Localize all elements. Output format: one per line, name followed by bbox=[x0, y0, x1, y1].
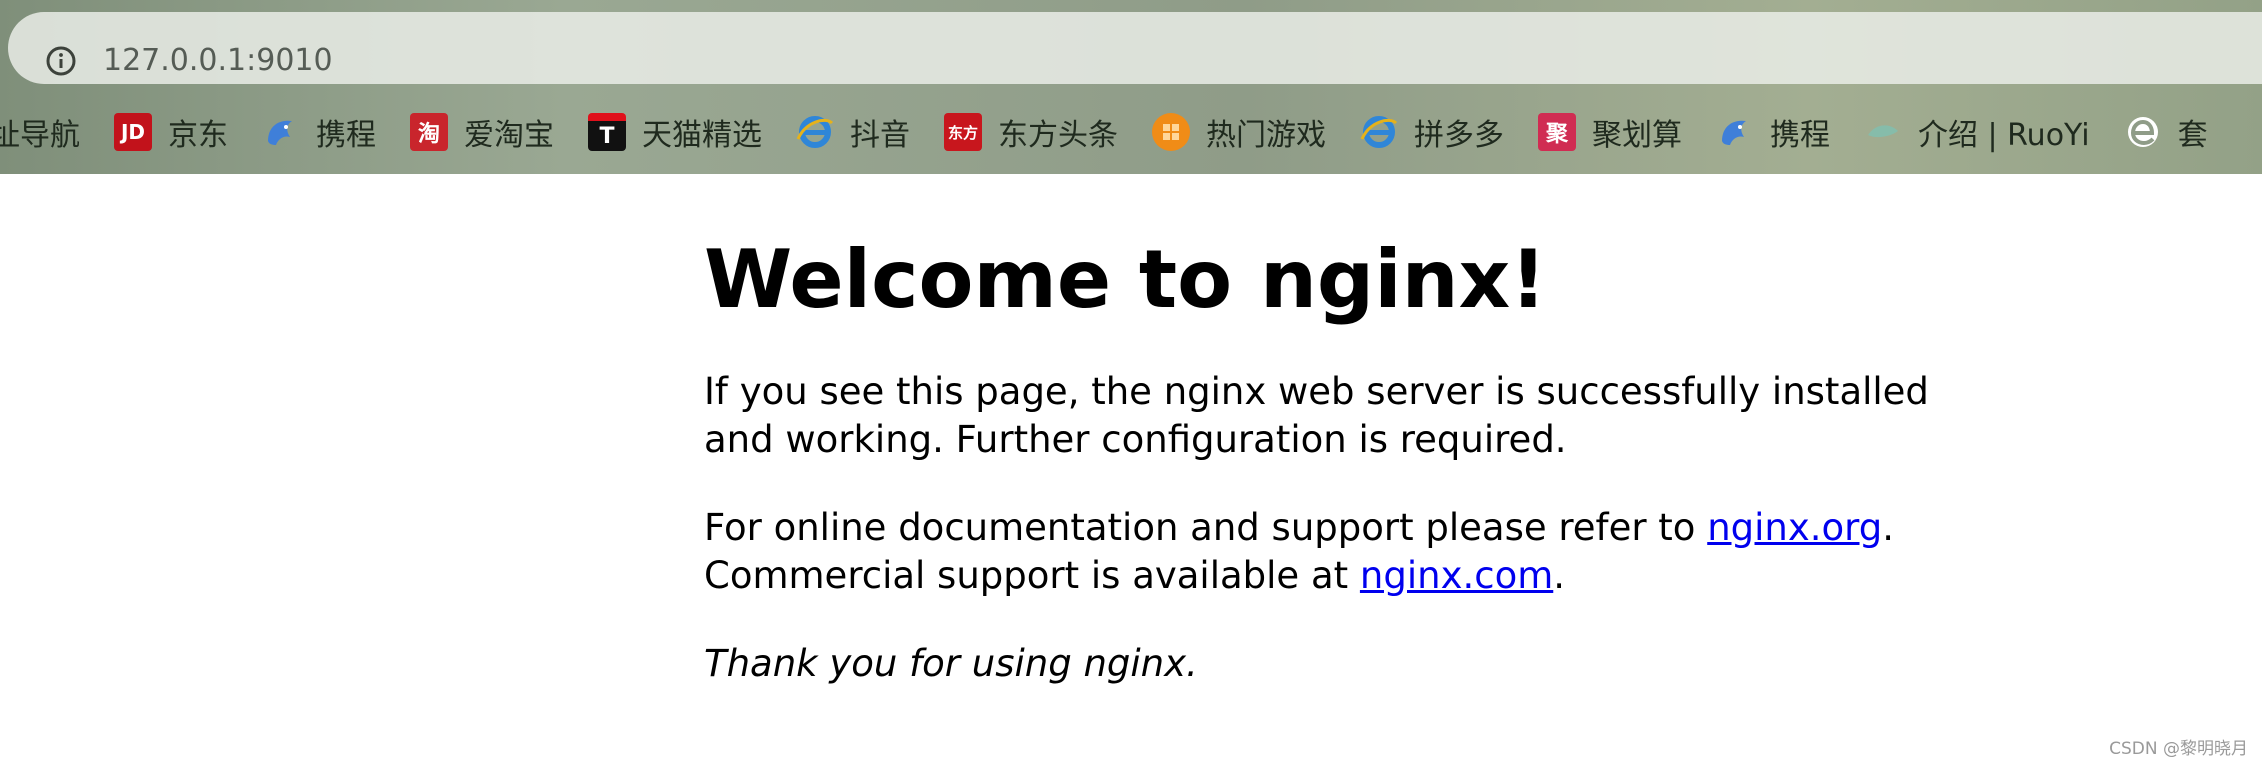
bookmark-pinduoduo[interactable]: 拼多多 bbox=[1360, 110, 1504, 154]
browser-chrome: 127.0.0.1:9010 址导航 JD 京东 携程 淘 爱淘宝 T 天猫精选 bbox=[0, 0, 2262, 174]
ie-e-icon bbox=[796, 113, 834, 151]
bookmark-ruoyi[interactable]: 介绍 | RuoYi bbox=[1864, 110, 2090, 154]
bookmark-label: 爱淘宝 bbox=[464, 118, 554, 153]
bookmark-jd[interactable]: JD 京东 bbox=[114, 110, 228, 154]
bookmark-tmall[interactable]: T 天猫精选 bbox=[588, 110, 762, 154]
taobao-icon: 淘 bbox=[410, 113, 448, 151]
game-icon bbox=[1152, 113, 1190, 151]
bookmark-label: 东方头条 bbox=[998, 118, 1118, 153]
commercial-punct: . bbox=[1553, 554, 1566, 597]
tmall-icon: T bbox=[588, 113, 626, 151]
nginx-org-link[interactable]: nginx.org bbox=[1707, 506, 1882, 549]
bookmark-douyin[interactable]: 抖音 bbox=[796, 110, 910, 154]
address-bar[interactable]: 127.0.0.1:9010 bbox=[8, 12, 2262, 84]
bookmark-label: 址导航 bbox=[0, 118, 80, 153]
bookmark-taobao[interactable]: 淘 爱淘宝 bbox=[410, 110, 554, 154]
nginx-com-link[interactable]: nginx.com bbox=[1360, 554, 1553, 597]
bookmark-nav[interactable]: 址导航 bbox=[0, 110, 80, 154]
bookmark-ctrip-2[interactable]: 携程 bbox=[1716, 110, 1830, 154]
ruoyi-leaf-icon bbox=[1864, 113, 1902, 151]
juhuasuan-icon: 聚 bbox=[1538, 113, 1576, 151]
bookmark-dongfang[interactable]: 东方 东方头条 bbox=[944, 110, 1118, 154]
commercial-text: Commercial support is available at bbox=[704, 554, 1360, 597]
bookmark-label: 携程 bbox=[1770, 118, 1830, 153]
docs-punct: . bbox=[1882, 506, 1894, 549]
bookmark-label: 拼多多 bbox=[1414, 118, 1504, 153]
bookmark-label: 介绍 | RuoYi bbox=[1918, 118, 2090, 153]
bookmark-label: 天猫精选 bbox=[642, 118, 762, 153]
jd-icon: JD bbox=[114, 113, 152, 151]
dolphin-icon bbox=[262, 113, 300, 151]
bookmark-label: 京东 bbox=[168, 118, 228, 153]
page-title: Welcome to nginx! bbox=[704, 233, 1547, 326]
docs-text: For online documentation and support ple… bbox=[704, 506, 1708, 549]
edge-e-icon bbox=[2124, 113, 2162, 151]
bookmark-label: 套 bbox=[2177, 118, 2208, 153]
bookmark-edge[interactable]: 套 bbox=[2124, 110, 2208, 154]
install-message: If you see this page, the nginx web serv… bbox=[704, 370, 1929, 461]
page-content: Welcome to nginx! If you see this page, … bbox=[704, 230, 2004, 688]
bookmark-label: 抖音 bbox=[850, 118, 910, 153]
docs-paragraph: For online documentation and support ple… bbox=[704, 504, 2004, 600]
bookmark-label: 热门游戏 bbox=[1206, 118, 1326, 153]
thanks-message: Thank you for using nginx. bbox=[704, 642, 1198, 685]
info-icon[interactable] bbox=[46, 46, 76, 76]
bookmark-games[interactable]: 热门游戏 bbox=[1152, 110, 1326, 154]
dongfang-icon: 东方 bbox=[944, 113, 982, 151]
bookmark-juhuasuan[interactable]: 聚 聚划算 bbox=[1538, 110, 1682, 154]
watermark: CSDN @黎明晓月 bbox=[2109, 739, 2248, 759]
dolphin-icon bbox=[1716, 113, 1754, 151]
url-text[interactable]: 127.0.0.1:9010 bbox=[103, 39, 333, 83]
ie-e-icon bbox=[1360, 113, 1398, 151]
bookmark-ctrip[interactable]: 携程 bbox=[262, 110, 376, 154]
bookmark-label: 携程 bbox=[316, 118, 376, 153]
bookmark-label: 聚划算 bbox=[1592, 118, 1682, 153]
bookmarks-bar: 址导航 JD 京东 携程 淘 爱淘宝 T 天猫精选 抖音 东方 东方头条 热门游… bbox=[0, 100, 2242, 164]
